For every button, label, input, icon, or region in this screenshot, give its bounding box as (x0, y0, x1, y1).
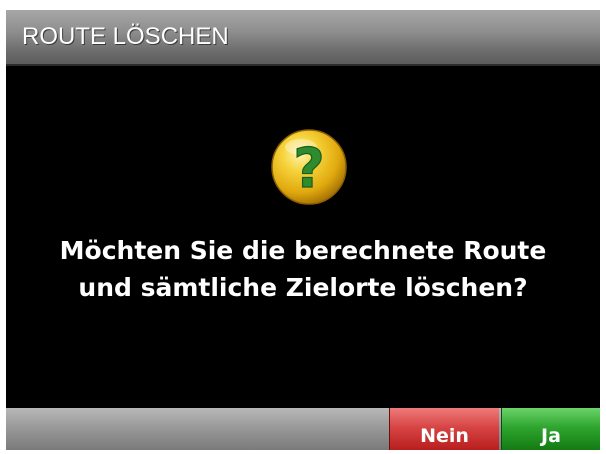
yes-button[interactable]: Ja (501, 408, 600, 450)
navigation-screen: ROUTE LÖSCHEN ? Möchten Sie die berechne… (6, 10, 600, 450)
svg-text:?: ? (293, 137, 324, 200)
confirmation-message: Möchten Sie die berechnete Route und säm… (6, 232, 600, 306)
no-button[interactable]: Nein (389, 408, 499, 450)
yes-button-label: Ja (541, 425, 561, 447)
message-line-2: und sämtliche Zielorte löschen? (78, 273, 528, 302)
question-mark-icon: ? (271, 129, 347, 205)
message-line-1: Möchten Sie die berechnete Route (59, 236, 547, 265)
title-bar: ROUTE LÖSCHEN (6, 10, 600, 66)
dialog-title: ROUTE LÖSCHEN (22, 23, 229, 50)
no-button-label: Nein (420, 425, 469, 447)
